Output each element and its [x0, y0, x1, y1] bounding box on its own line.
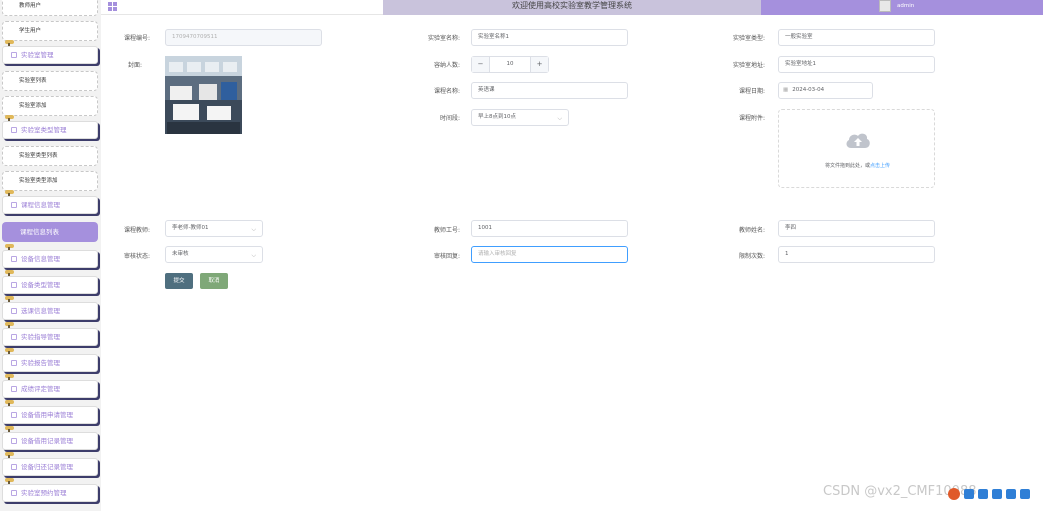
lab-type-label: 实验室类型: — [732, 35, 765, 42]
system-tray — [948, 488, 1043, 502]
sidebar-menu-item[interactable]: 课程信息管理 — [2, 196, 98, 214]
audit-reply-input[interactable]: 请输入审核回复 — [471, 246, 628, 263]
menu-item-icon — [11, 127, 17, 133]
menu-item-icon — [11, 386, 17, 392]
capacity-stepper[interactable]: − 10 + — [471, 56, 549, 73]
course-date-label: 课程日期: — [738, 88, 765, 95]
tray-icon[interactable] — [978, 489, 988, 499]
chevron-down-icon: ⌵ — [251, 252, 256, 259]
audit-status-label: 审核状态: — [123, 253, 150, 260]
menu-item-icon — [11, 438, 17, 444]
menu-item-icon — [11, 282, 17, 288]
sidebar-menu-item[interactable]: 成绩评定管理 — [2, 380, 98, 398]
upload-hint-text: 将文件拖到此处，或 — [824, 163, 870, 169]
audit-reply-label: 审核回复: — [433, 253, 460, 260]
sidebar-menu-item[interactable]: 实验报告管理 — [2, 354, 98, 372]
capacity-label: 容纳人数: — [433, 62, 460, 69]
course-no-label: 课程编号: — [123, 35, 150, 42]
time-slot-select[interactable]: 早上8点到10点 ⌵ — [471, 109, 569, 126]
sidebar-sub-item[interactable]: 教师用户 — [2, 0, 98, 16]
teacher-no-input[interactable]: 1001 — [471, 220, 628, 237]
time-slot-value: 早上8点到10点 — [478, 114, 516, 120]
tray-icon[interactable] — [1006, 489, 1016, 499]
lab-name-input[interactable]: 实验室名称1 — [471, 29, 628, 46]
menu-item-icon — [11, 412, 17, 418]
cancel-button[interactable]: 取消 — [200, 273, 228, 289]
audit-status-value: 未审核 — [172, 251, 189, 257]
lab-name-label: 实验室名称: — [427, 35, 460, 42]
menu-item-icon — [11, 308, 17, 314]
username[interactable]: admin — [897, 3, 914, 9]
menu-item-icon — [11, 52, 17, 58]
teacher-name-label: 教师姓名: — [738, 227, 765, 234]
limit-count-label: 限制次数: — [738, 253, 765, 260]
sidebar-sub-item[interactable]: 实验室类型添加 — [2, 171, 98, 191]
chevron-down-icon: ⌵ — [251, 226, 256, 233]
menu-grid-icon[interactable] — [108, 2, 117, 11]
sidebar-menu-item[interactable]: 实验指导管理 — [2, 328, 98, 346]
sidebar-menu-item[interactable]: 实验室预约管理 — [2, 484, 98, 502]
audit-status-select[interactable]: 未审核 ⌵ — [165, 246, 263, 263]
capacity-value[interactable]: 10 — [490, 57, 530, 72]
menu-item-icon — [11, 256, 17, 262]
teacher-account-label: 课程教师: — [123, 227, 150, 234]
menu-item-icon — [11, 464, 17, 470]
capacity-decrease-button[interactable]: − — [472, 57, 490, 72]
attachment-upload-area[interactable]: 将文件拖到此处，或点击上传 — [778, 109, 935, 188]
menu-item-icon — [11, 202, 17, 208]
teacher-account-value: 李老师-教师01 — [172, 225, 209, 231]
sidebar-sub-item[interactable]: 实验室列表 — [2, 71, 98, 91]
calendar-icon: ▦ — [783, 87, 789, 93]
lab-type-input[interactable]: 一般实验室 — [778, 29, 935, 46]
submit-button[interactable]: 提交 — [165, 273, 193, 289]
sidebar-menu-item[interactable]: 实验室类型管理 — [2, 121, 98, 139]
ime-icon[interactable] — [948, 488, 960, 500]
menu-item-icon — [11, 360, 17, 366]
attachment-label: 课程附件: — [738, 115, 765, 122]
cover-image[interactable] — [165, 56, 242, 134]
menu-item-icon — [11, 334, 17, 340]
teacher-name-input[interactable]: 李四 — [778, 220, 935, 237]
avatar[interactable] — [879, 0, 891, 12]
teacher-no-label: 教师工号: — [433, 227, 460, 234]
course-no-input[interactable]: 1709470709511 — [165, 29, 322, 46]
lab-location-input[interactable]: 实验室地址1 — [778, 56, 935, 73]
header-left — [101, 0, 383, 15]
chevron-down-icon: ⌵ — [557, 115, 562, 122]
sidebar-menu-item[interactable]: 设备归还记录管理 — [2, 458, 98, 476]
cover-label: 封面: — [127, 62, 142, 69]
upload-link[interactable]: 点击上传 — [870, 163, 890, 169]
course-date-value: 2024-03-04 — [792, 87, 825, 93]
course-name-input[interactable]: 英语课 — [471, 82, 628, 99]
tray-icon[interactable] — [992, 489, 1002, 499]
cloud-upload-icon — [846, 133, 870, 148]
sidebar-sub-item[interactable]: 实验室类型列表 — [2, 146, 98, 166]
lab-location-label: 实验室地址: — [732, 62, 765, 69]
course-name-label: 课程名称: — [433, 88, 460, 95]
header-user: admin — [761, 0, 1043, 15]
capacity-increase-button[interactable]: + — [530, 57, 548, 72]
time-slot-label: 时间段: — [439, 115, 460, 122]
upload-hint: 将文件拖到此处，或点击上传 — [779, 162, 936, 169]
sidebar-sub-item[interactable]: 实验室添加 — [2, 96, 98, 116]
sidebar-menu-item[interactable]: 设备借用申请管理 — [2, 406, 98, 424]
limit-count-input[interactable]: 1 — [778, 246, 935, 263]
sidebar-menu-item[interactable]: 设备类型管理 — [2, 276, 98, 294]
teacher-account-select[interactable]: 李老师-教师01 ⌵ — [165, 220, 263, 237]
sidebar-menu-item[interactable]: 选课信息管理 — [2, 302, 98, 320]
menu-item-icon — [11, 490, 17, 496]
tray-icon[interactable] — [1020, 489, 1030, 499]
sidebar-menu-item[interactable]: 设备借用记录管理 — [2, 432, 98, 450]
header-title: 欢迎使用高校实验室教学管理系统 — [383, 0, 761, 15]
course-date-input[interactable]: ▦ 2024-03-04 — [778, 82, 873, 99]
tray-icon[interactable] — [964, 489, 974, 499]
